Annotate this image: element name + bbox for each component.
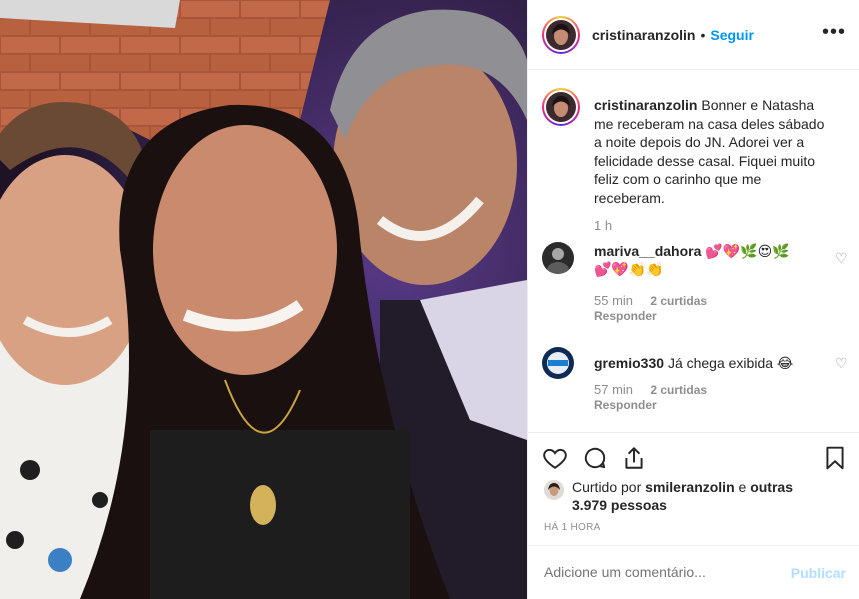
instagram-post: cristinaranzolin • Seguir ••• cristinara… xyxy=(0,0,859,599)
comment-meta: 55 min 2 curtidas xyxy=(594,293,707,308)
comment-like-heart-icon[interactable]: ♡ xyxy=(835,250,848,267)
comment-time[interactable]: 57 min xyxy=(594,382,633,397)
comment-username[interactable]: mariva__dahora xyxy=(594,243,701,259)
more-horizontal-icon[interactable]: ••• xyxy=(822,22,846,42)
comment-username[interactable]: gremio330 xyxy=(594,355,664,371)
caption-author-avatar[interactable] xyxy=(542,88,580,126)
comment-reply-button[interactable]: Responder xyxy=(594,398,657,412)
author-username[interactable]: cristinaranzolin xyxy=(592,27,695,43)
comment-icon[interactable] xyxy=(582,445,608,471)
liker-avatar[interactable] xyxy=(544,480,564,500)
post-timestamp[interactable]: HÁ 1 HORA xyxy=(544,522,601,533)
comment-input[interactable] xyxy=(544,564,764,580)
share-icon[interactable] xyxy=(621,445,647,471)
liker-username[interactable]: smileranzolin xyxy=(645,479,734,495)
author-avatar[interactable] xyxy=(542,15,580,54)
comment-time[interactable]: 55 min xyxy=(594,293,633,308)
likes-text: Curtido por smileranzolin e outras 3.979… xyxy=(572,478,812,514)
likes-prefix: Curtido por xyxy=(572,479,642,495)
post-photo-image xyxy=(0,0,527,599)
heart-icon[interactable] xyxy=(542,445,568,471)
post-side-panel: cristinaranzolin • Seguir ••• cristinara… xyxy=(527,0,859,599)
bookmark-icon[interactable] xyxy=(822,445,848,471)
add-comment-bar: Publicar xyxy=(528,545,859,599)
caption-timestamp[interactable]: 1 h xyxy=(594,218,612,233)
follow-button[interactable]: Seguir xyxy=(710,27,754,43)
caption-text: Bonner e Natasha me receberam na casa de… xyxy=(594,97,825,206)
caption-username[interactable]: cristinaranzolin xyxy=(594,97,697,113)
publish-button[interactable]: Publicar xyxy=(791,565,846,581)
comment-reply-button[interactable]: Responder xyxy=(594,309,657,323)
comment-text: Já chega exibida 😂 xyxy=(667,355,794,371)
comment-likes-count[interactable]: 2 curtidas xyxy=(650,294,707,308)
post-photo[interactable] xyxy=(0,0,527,599)
commenter-avatar[interactable] xyxy=(542,242,574,274)
comment-likes-count[interactable]: 2 curtidas xyxy=(650,383,707,397)
header-separator: • xyxy=(700,26,706,43)
likes-conjunction: e xyxy=(738,479,747,495)
comments-list[interactable]: cristinaranzolin Bonner e Natasha me rec… xyxy=(528,70,859,432)
action-bar xyxy=(528,432,859,472)
commenter-avatar[interactable] xyxy=(542,347,574,379)
caption-text-block: cristinaranzolin Bonner e Natasha me rec… xyxy=(594,96,834,207)
comment-meta: 57 min 2 curtidas xyxy=(594,382,707,397)
post-header: cristinaranzolin • Seguir ••• xyxy=(528,0,859,70)
comment-text-block: gremio330 Já chega exibida 😂 xyxy=(594,354,800,372)
comment-text-block: mariva__dahora 💕💖🌿😍🌿💕💖👏👏 xyxy=(594,242,800,278)
comment-like-heart-icon[interactable]: ♡ xyxy=(835,355,848,372)
